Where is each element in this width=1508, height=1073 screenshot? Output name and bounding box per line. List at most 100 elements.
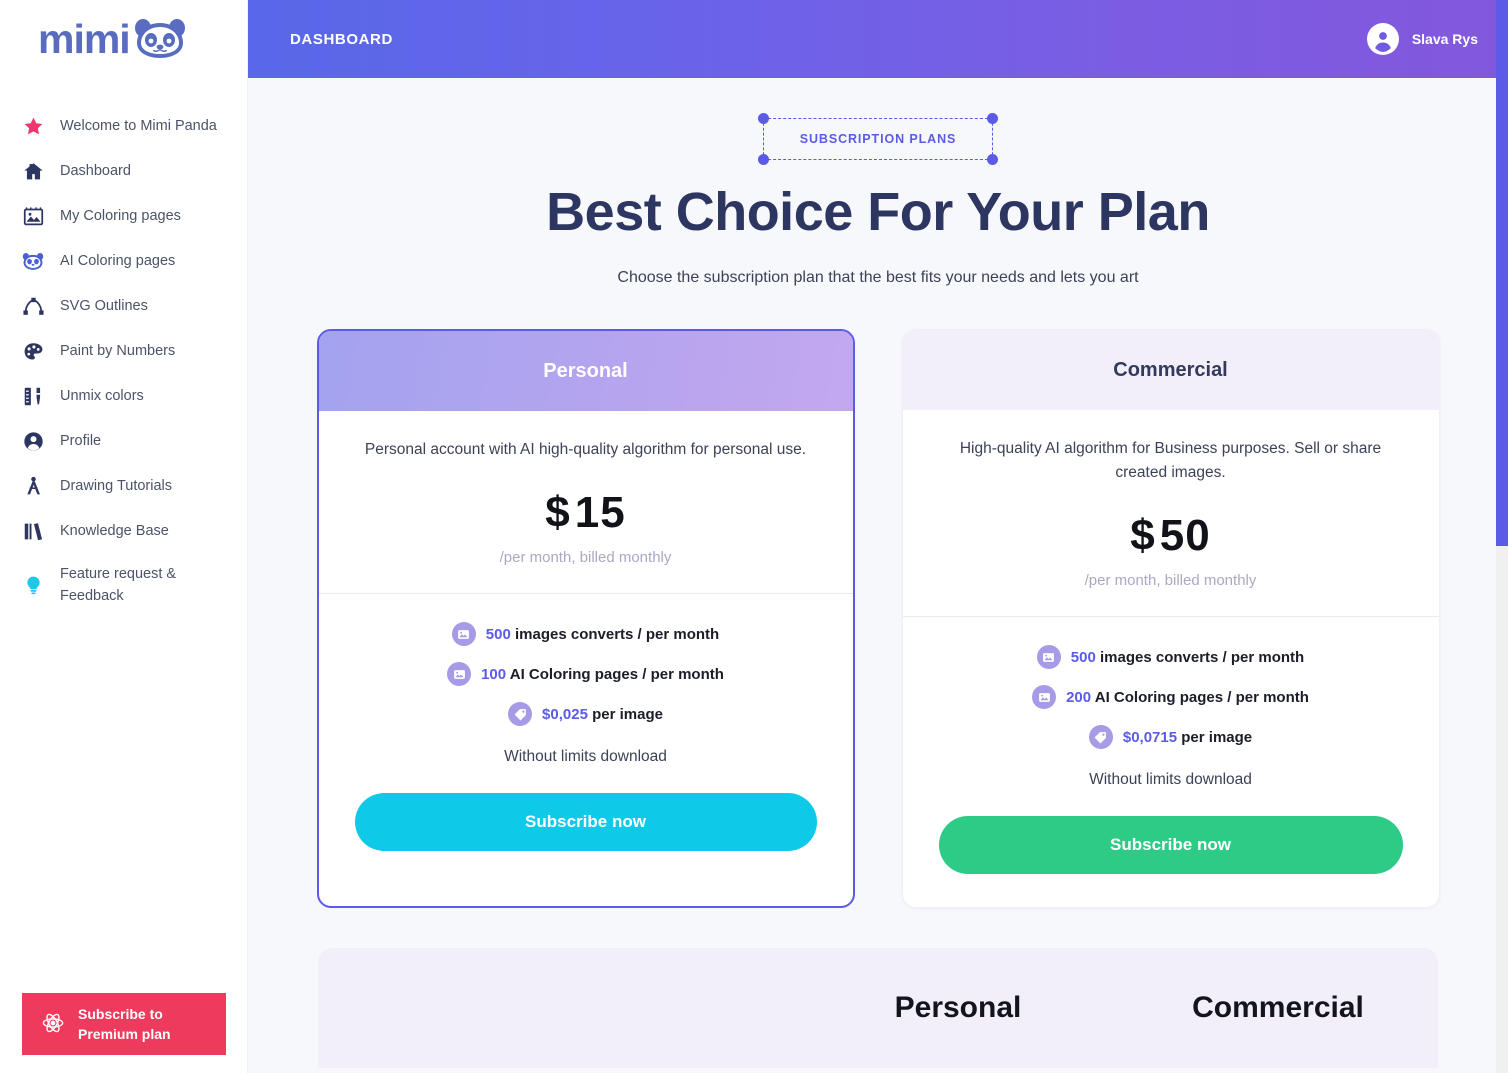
plan-price-value: 50 xyxy=(1159,511,1211,561)
plan-price: $15 xyxy=(319,488,853,538)
subscribe-premium-button[interactable]: Subscribe to Premium plan xyxy=(22,993,226,1055)
plan-description: Personal account with AI high-quality al… xyxy=(364,441,807,458)
plan-card-header: Personal xyxy=(318,331,853,411)
page-scrollbar[interactable] xyxy=(1496,0,1508,1073)
sidebar-item-paint-by-numbers[interactable]: Paint by Numbers xyxy=(0,329,247,374)
subscribe-now-button-commercial[interactable]: Subscribe now xyxy=(938,816,1403,875)
plan-feature: 100 AI Coloring pages / per month xyxy=(319,662,853,687)
plan-features: 500 images converts / per month 200 AI C… xyxy=(903,617,1439,789)
sidebar-item-unmix-colors[interactable]: Unmix colors xyxy=(0,374,247,419)
panda-icon xyxy=(22,251,44,273)
plan-feature-highlight: 100 xyxy=(481,665,507,683)
sidebar-item-svg-outlines[interactable]: SVG Outlines xyxy=(0,284,247,329)
panda-logo-icon xyxy=(132,19,188,59)
plan-feature-label: AI Coloring pages / per month xyxy=(1094,688,1309,706)
plan-feature-highlight: 200 xyxy=(1066,688,1092,706)
plan-feature-label: images converts / per month xyxy=(514,625,720,643)
plan-feature-label: images converts / per month xyxy=(1099,648,1305,666)
plan-cards: Personal Personal account with AI high-q… xyxy=(248,329,1508,909)
sidebar-nav: Welcome to Mimi Panda Dashboard My Color… xyxy=(0,104,247,618)
sidebar-item-welcome[interactable]: Welcome to Mimi Panda xyxy=(0,104,247,149)
plan-feature: 500 images converts / per month xyxy=(903,645,1439,670)
plan-feature-text: 500 images converts / per month xyxy=(486,626,719,643)
palette-icon xyxy=(22,341,44,363)
main-area: DASHBOARD Slava Rys SUBSCRIPTION PLANS B… xyxy=(248,0,1508,1073)
plan-feature-text: 500 images converts / per month xyxy=(1071,649,1304,666)
comparison-col-personal: Personal xyxy=(894,991,1022,1025)
plan-card-commercial[interactable]: Commercial High-quality AI algorithm for… xyxy=(901,329,1440,909)
subscription-badge-wrap: SUBSCRIPTION PLANS xyxy=(248,113,1508,165)
tag-icon xyxy=(1088,725,1113,750)
subscription-plans-badge: SUBSCRIPTION PLANS xyxy=(757,113,999,165)
plan-price-note: /per month, billed monthly xyxy=(499,549,672,567)
user-menu[interactable]: Slava Rys xyxy=(1366,23,1478,55)
sidebar-item-ai-coloring-pages[interactable]: AI Coloring pages xyxy=(0,239,247,284)
selection-handle-top-left[interactable] xyxy=(757,113,769,124)
plan-feature-highlight: 500 xyxy=(1070,648,1096,666)
plan-name: Personal xyxy=(543,359,628,382)
lightbulb-icon xyxy=(22,575,44,597)
plan-feature-label: AI Coloring pages / per month xyxy=(509,665,724,683)
topbar: DASHBOARD Slava Rys xyxy=(248,0,1508,78)
subscription-badge-label: SUBSCRIPTION PLANS xyxy=(799,132,957,146)
image-icon xyxy=(447,662,472,687)
plan-card-personal[interactable]: Personal Personal account with AI high-q… xyxy=(316,329,855,909)
plan-feature-label: per image xyxy=(592,705,663,723)
plan-feature-text: 100 AI Coloring pages / per month xyxy=(481,666,724,683)
plan-price: $50 xyxy=(903,511,1439,561)
user-name: Slava Rys xyxy=(1411,31,1478,47)
plan-feature: $0,025 per image xyxy=(319,702,853,727)
plan-feature-highlight: $0,025 xyxy=(542,705,588,723)
image-icon xyxy=(1036,645,1061,670)
sidebar-item-label: Drawing Tutorials xyxy=(60,477,173,494)
user-avatar-icon xyxy=(1366,23,1399,55)
selection-handle-bottom-right[interactable] xyxy=(987,154,999,165)
sidebar-item-label: Dashboard xyxy=(60,162,131,179)
home-icon xyxy=(22,161,44,183)
plan-price-value: 15 xyxy=(574,488,626,538)
plan-extra-note: Without limits download xyxy=(1089,771,1252,789)
page-title-topbar: DASHBOARD xyxy=(290,30,393,48)
plan-feature: $0,0715 per image xyxy=(903,725,1439,750)
image-frame-icon xyxy=(22,206,44,228)
sidebar-item-label: AI Coloring pages xyxy=(60,252,176,269)
sidebar-item-knowledge-base[interactable]: Knowledge Base xyxy=(0,509,247,554)
sidebar-item-label: SVG Outlines xyxy=(60,297,148,314)
brand-logo[interactable]: mimi xyxy=(0,0,247,78)
selection-handle-top-right[interactable] xyxy=(987,113,999,124)
sidebar-item-dashboard[interactable]: Dashboard xyxy=(0,149,247,194)
plan-name: Commercial xyxy=(1113,358,1228,381)
sidebar: mimi Welcome to Mimi Panda Dashboard My … xyxy=(0,0,248,1073)
sidebar-item-label: Welcome to Mimi Panda xyxy=(60,117,217,134)
subscribe-now-button-personal[interactable]: Subscribe now xyxy=(354,793,817,852)
sidebar-item-label: Profile xyxy=(60,432,102,449)
sidebar-item-feature-request[interactable]: Feature request & Feedback xyxy=(0,554,247,618)
sidebar-item-label: Feature request & Feedback xyxy=(60,566,177,604)
plan-feature-text: $0,0715 per image xyxy=(1123,729,1252,746)
page-subtitle: Choose the subscription plan that the be… xyxy=(617,269,1139,286)
plan-price-note: /per month, billed monthly xyxy=(1084,572,1257,590)
image-icon xyxy=(1032,685,1057,710)
sidebar-item-drawing-tutorials[interactable]: Drawing Tutorials xyxy=(0,464,247,509)
plan-currency: $ xyxy=(545,488,571,538)
image-icon xyxy=(451,622,476,647)
sidebar-item-my-coloring-pages[interactable]: My Coloring pages xyxy=(0,194,247,239)
page-title: Best Choice For Your Plan xyxy=(546,182,1210,242)
selection-handle-bottom-left[interactable] xyxy=(757,154,769,165)
sidebar-item-profile[interactable]: Profile xyxy=(0,419,247,464)
plan-extra-note: Without limits download xyxy=(504,748,667,766)
bezier-curve-icon xyxy=(22,296,44,318)
page-scrollbar-thumb[interactable] xyxy=(1496,0,1508,546)
star-icon xyxy=(22,116,44,138)
compass-icon xyxy=(22,476,44,498)
plan-feature-text: 200 AI Coloring pages / per month xyxy=(1066,689,1309,706)
plan-feature: 500 images converts / per month xyxy=(319,622,853,647)
tag-icon xyxy=(508,702,533,727)
plan-comparison-table: Personal Commercial xyxy=(318,948,1438,1069)
sidebar-item-label: Knowledge Base xyxy=(60,522,169,539)
brand-name: mimi xyxy=(38,15,131,62)
plan-feature-highlight: $0,0715 xyxy=(1122,728,1178,746)
plan-feature-label: per image xyxy=(1181,728,1253,746)
app-root: mimi Welcome to Mimi Panda Dashboard My … xyxy=(0,0,1508,1073)
books-icon xyxy=(22,521,44,543)
